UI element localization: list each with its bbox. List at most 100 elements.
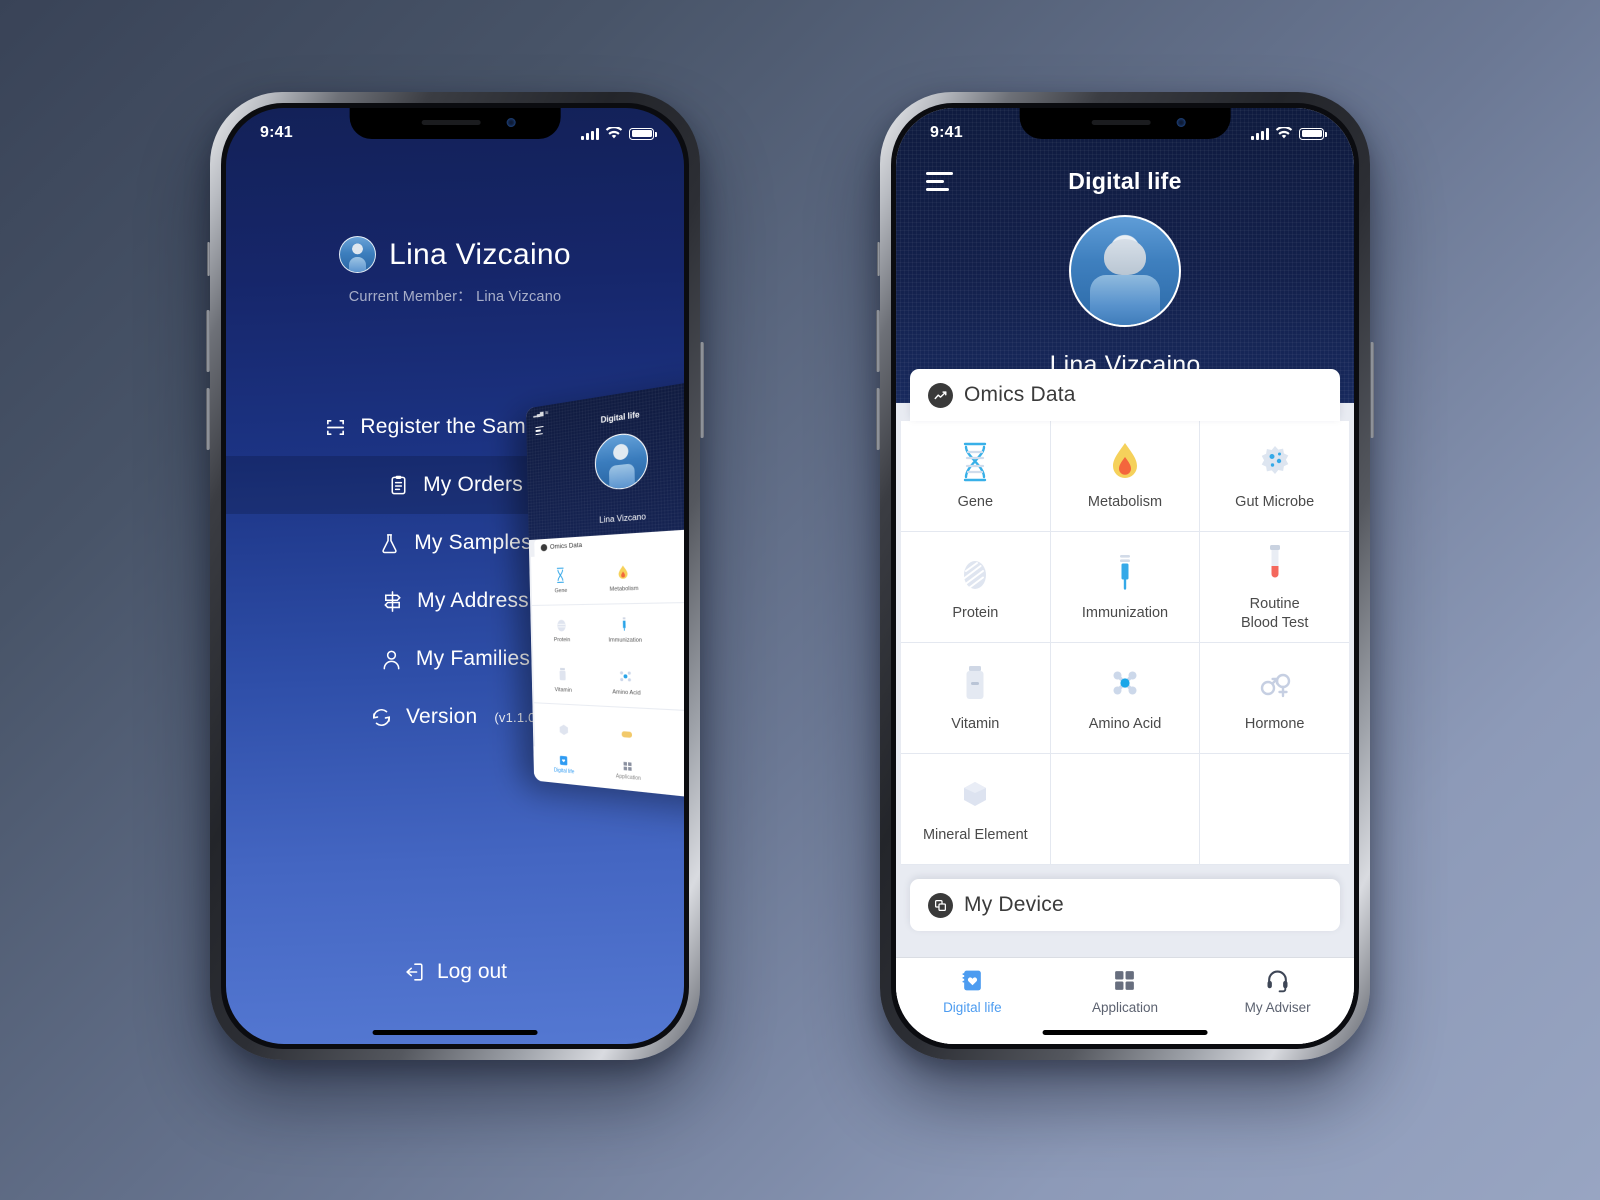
preview-tab-label: Application [615, 772, 642, 782]
status-time: 9:41 [930, 124, 963, 141]
menu-item-label: My Families [415, 647, 531, 670]
preview-tab-label: Digital life [553, 766, 575, 775]
mineral-hex-icon [559, 724, 569, 735]
volume-up-button[interactable] [206, 310, 210, 372]
preview-cell[interactable] [658, 601, 684, 657]
grid-cell-label: Mineral Element [922, 827, 1028, 844]
molecule-icon [1105, 662, 1145, 706]
grid-squares-icon [624, 761, 633, 771]
preview-cell[interactable]: Metabolism [591, 550, 658, 604]
preview-cell[interactable]: Vitamin [533, 654, 595, 706]
drawer-profile-row[interactable]: Lina Vizcaino [226, 236, 684, 273]
grid-cell-hormone[interactable]: Hormone [1200, 643, 1349, 753]
section-title: My Device [964, 893, 1064, 916]
dna-icon [955, 440, 995, 484]
preview-cell-label: Protein [553, 637, 571, 644]
grid-cell-label: Routine Blood Test [1240, 596, 1309, 631]
grid-cell-metabolism[interactable]: Metabolism [1050, 421, 1200, 531]
dna-icon [553, 566, 567, 584]
cellular-signal-icon [1251, 128, 1269, 140]
volume-down-button[interactable] [876, 388, 880, 450]
preview-tab-digital-life[interactable]: Digital life [553, 754, 574, 775]
left-phone-bezel: 9:41 ▂▄▆ ≋ Digital life Lina Vizcano Omi… [221, 103, 689, 1049]
syringe-icon [1105, 551, 1145, 595]
avatar[interactable] [1069, 215, 1181, 327]
earpiece-speaker [421, 120, 481, 125]
app-content: Omics Data Gene Metabolism Gut Microbe P… [896, 369, 1354, 1044]
logout-button[interactable]: Log out [226, 960, 684, 984]
grid-cell-vitamin[interactable]: Vitamin [901, 643, 1050, 753]
preview-cell[interactable] [659, 656, 684, 713]
preview-cell[interactable]: Gene [530, 553, 592, 605]
grid-cell-gut-microbe[interactable]: Gut Microbe [1200, 421, 1349, 531]
tab-my-adviser[interactable]: My Adviser [1201, 958, 1354, 1024]
flame-drop-icon [618, 564, 629, 579]
grid-cell-immunization[interactable]: Immunization [1050, 532, 1200, 642]
grid-cell-amino-acid[interactable]: Amino Acid [1050, 643, 1200, 753]
home-indicator[interactable] [1042, 1030, 1208, 1035]
protein-egg-icon [555, 620, 569, 632]
avatar[interactable] [339, 236, 377, 273]
pill-bottle-icon [559, 667, 566, 681]
left-phone-screen: 9:41 ▂▄▆ ≋ Digital life Lina Vizcano Omi… [226, 108, 684, 1044]
menu-item-label: My Address [417, 589, 529, 612]
preview-cell-label: Metabolism [609, 585, 639, 593]
volume-down-button[interactable] [206, 388, 210, 450]
omics-data-grid: Gene Metabolism Gut Microbe Protein Immu… [901, 421, 1349, 865]
pill-bottle-icon [955, 662, 995, 706]
grid-cell-gene[interactable]: Gene [901, 421, 1050, 531]
mute-switch[interactable] [877, 242, 880, 276]
logout-icon [403, 961, 425, 983]
tab-application[interactable]: Application [1049, 958, 1202, 1024]
notch [1019, 108, 1231, 139]
grid-cell-empty [1200, 754, 1349, 864]
home-indicator[interactable] [372, 1030, 538, 1035]
gender-symbols-icon [1255, 662, 1295, 706]
earpiece-speaker [1091, 120, 1151, 125]
wifi-icon [605, 126, 623, 138]
section-title: Omics Data [964, 383, 1076, 406]
digital-life-app: 9:41 Digital life Lina Vizcaino Omics Da… [896, 108, 1354, 1044]
mute-switch[interactable] [207, 242, 210, 276]
tab-digital-life[interactable]: Digital life [896, 958, 1049, 1024]
book-heart-icon [960, 968, 985, 993]
section-header-my-device[interactable]: My Device [910, 879, 1340, 931]
preview-cell[interactable] [657, 546, 684, 603]
power-button[interactable] [700, 342, 704, 438]
refresh-icon [370, 706, 393, 729]
placeholder-icon [622, 730, 633, 738]
current-member-label: Current Member： [348, 289, 472, 305]
status-indicators [581, 126, 657, 140]
left-phone-device: 9:41 ▂▄▆ ≋ Digital life Lina Vizcano Omi… [206, 92, 704, 1060]
logout-label: Log out [436, 960, 508, 983]
drawer-menu-panel: 9:41 ▂▄▆ ≋ Digital life Lina Vizcano Omi… [226, 108, 684, 1044]
flame-drop-icon [1105, 440, 1145, 484]
grid-cell-routine-blood-test[interactable]: Routine Blood Test [1200, 532, 1349, 642]
menu-item-label: My Samples [414, 531, 532, 554]
preview-cell-label: Immunization [608, 637, 643, 645]
preview-cell[interactable]: Protein [532, 604, 593, 655]
preview-screen: ▂▄▆ ≋ 9:50 AM Digital life Lina Vizcano … [525, 376, 684, 803]
grid-cell-mineral-element[interactable]: Mineral Element [901, 754, 1050, 864]
preview-tab-application[interactable]: Application [615, 759, 641, 782]
preview-cell[interactable]: Immunization [592, 603, 659, 656]
volume-up-button[interactable] [876, 310, 880, 372]
book-heart-icon [559, 755, 568, 765]
chart-circle-icon [928, 382, 953, 408]
devices-circle-icon [928, 892, 953, 918]
preview-cell[interactable]: Amino Acid [593, 655, 661, 709]
preview-card-digital-life[interactable]: ▂▄▆ ≋ 9:50 AM Digital life Lina Vizcano … [525, 376, 684, 803]
right-phone-bezel: 9:41 Digital life Lina Vizcaino Omics Da… [891, 103, 1359, 1049]
grid-cell-label: Amino Acid [1088, 716, 1162, 733]
syringe-icon [617, 617, 633, 633]
front-camera [507, 118, 517, 127]
preview-cell-label: Gene [554, 587, 568, 594]
section-header-omics-data[interactable]: Omics Data [910, 369, 1340, 421]
grid-cell-protein[interactable]: Protein [901, 532, 1050, 642]
power-button[interactable] [1370, 342, 1374, 438]
wifi-icon [1275, 126, 1293, 138]
front-camera [1177, 118, 1187, 127]
app-header: Digital life Lina Vizcaino [896, 108, 1354, 403]
headset-icon [1265, 968, 1290, 993]
flask-icon [378, 532, 401, 555]
